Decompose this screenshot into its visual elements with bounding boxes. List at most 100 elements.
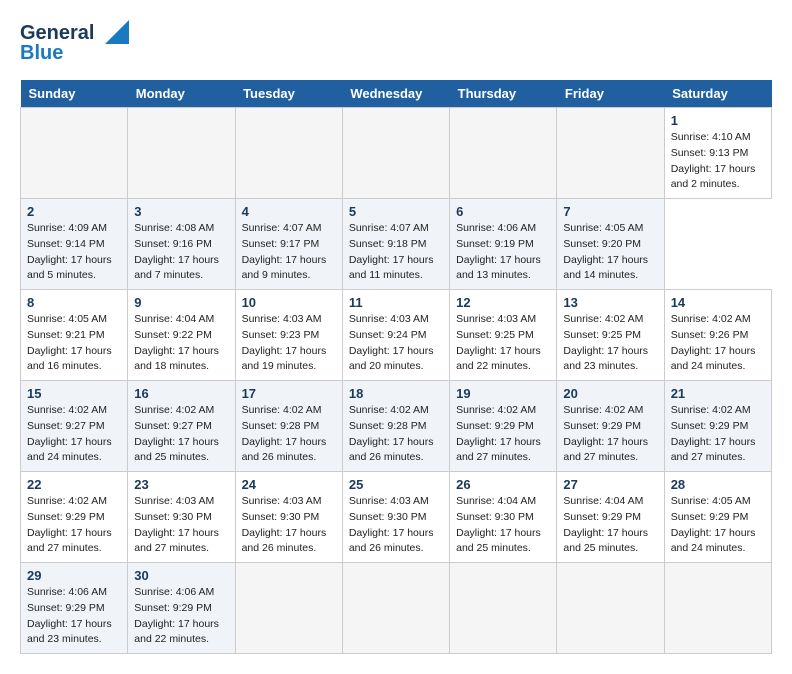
sunrise: Sunrise: 4:03 AM [349,313,429,325]
day-number: 17 [242,386,336,401]
calendar-cell [342,108,449,199]
calendar-cell: 10Sunrise: 4:03 AMSunset: 9:23 PMDayligh… [235,290,342,381]
daylight: Daylight: 17 hours and 22 minutes. [456,345,541,373]
calendar-cell: 3 Sunrise: 4:08 AMSunset: 9:16 PMDaylight… [128,199,235,290]
sunset: Sunset: 9:22 PM [134,329,212,341]
calendar-cell: 13Sunrise: 4:02 AMSunset: 9:25 PMDayligh… [557,290,664,381]
cell-info: Sunrise: 4:02 AMSunset: 9:28 PMDaylight:… [349,403,443,466]
day-number: 2 [27,204,121,219]
day-number: 19 [456,386,550,401]
sunrise: Sunrise: 4:04 AM [563,495,643,507]
daylight: Daylight: 17 hours and 2 minutes. [671,163,756,191]
week-row-2: 2Sunrise: 4:09 AMSunset: 9:14 PMDaylight… [21,199,772,290]
calendar-cell: 2Sunrise: 4:09 AMSunset: 9:14 PMDaylight… [21,199,128,290]
week-row-4: 15 Sunrise: 4:02 AMSunset: 9:27 PMDayligh… [21,381,772,472]
calendar-cell [235,108,342,199]
cell-info: Sunrise: 4:04 AM Sunset: 9:22 PM Daylight:… [134,312,228,375]
daylight: Daylight: 17 hours and 27 minutes. [563,436,648,464]
sunset: Sunset: 9:24 PM [349,329,427,341]
sunrise: Sunrise: 4:03 AM [349,495,429,507]
daylight: Daylight: 17 hours and 18 minutes. [134,345,219,373]
calendar-cell: 20 Sunrise: 4:02 AM Sunset: 9:29 PM Dayligh… [557,381,664,472]
day-number: 5 [349,204,443,219]
sunrise: Sunrise: 4:10 AM [671,131,751,143]
cell-info: Sunrise: 4:03 AMSunset: 9:23 PMDaylight:… [242,312,336,375]
logo-text: General Blue [20,20,129,64]
header-tuesday: Tuesday [235,80,342,108]
sunset: Sunset: 9:30 PM [456,511,534,523]
sunrise: Sunrise: 4:02 AM [563,313,643,325]
logo-general: General [20,22,94,44]
sunset: Sunset: 9:25 PM [563,329,641,341]
cell-info: Sunrise: 4:02 AMSunset: 9:26 PMDaylight:… [671,312,765,375]
day-number: 28 [671,477,765,492]
cell-info: Sunrise: 4:05 AMSunset: 9:29 PMDaylight:… [671,494,765,557]
daylight: Daylight: 17 hours and 13 minutes. [456,254,541,282]
header-saturday: Saturday [664,80,771,108]
week-row-6: 29Sunrise: 4:06 AMSunset: 9:29 PMDayligh… [21,563,772,654]
cell-info: Sunrise: 4:02 AMSunset: 9:29 PMDaylight:… [27,494,121,557]
calendar-cell: 18 Sunrise: 4:02 AMSunset: 9:28 PMDayligh… [342,381,449,472]
daylight: Daylight: 17 hours and 27 minutes. [27,527,112,555]
sunset: Sunset: 9:28 PM [349,420,427,432]
daylight: Daylight: 17 hours and 25 minutes. [134,436,219,464]
daylight: Daylight: 17 hours and 25 minutes. [456,527,541,555]
header-thursday: Thursday [450,80,557,108]
calendar-cell: 28 Sunrise: 4:05 AMSunset: 9:29 PMDayligh… [664,472,771,563]
cell-info: Sunrise: 4:03 AMSunset: 9:24 PMDaylight:… [349,312,443,375]
day-number: 16 [134,386,228,401]
week-row-1: 1 Sunrise: 4:10 AM Sunset: 9:13 PM Daylight… [21,108,772,199]
daylight: Daylight: 17 hours and 25 minutes. [563,527,648,555]
sunset: Sunset: 9:25 PM [456,329,534,341]
cell-info: Sunrise: 4:02 AMSunset: 9:27 PMDaylight:… [134,403,228,466]
sunset: Sunset: 9:29 PM [563,420,641,432]
sunrise: Sunrise: 4:06 AM [456,222,536,234]
day-number: 30 [134,568,228,583]
sunset: Sunset: 9:30 PM [242,511,320,523]
day-number: 20 [563,386,657,401]
calendar-cell [664,563,771,654]
calendar-cell: 21Sunrise: 4:02 AMSunset: 9:29 PMDayligh… [664,381,771,472]
calendar-cell: 5Sunrise: 4:07 AMSunset: 9:18 PMDaylight… [342,199,449,290]
daylight: Daylight: 17 hours and 19 minutes. [242,345,327,373]
sunrise: Sunrise: 4:04 AM [134,313,214,325]
calendar-cell [450,563,557,654]
logo-blue: Blue [20,42,129,64]
cell-info: Sunrise: 4:02 AMSunset: 9:25 PMDaylight:… [563,312,657,375]
day-number: 15 [27,386,121,401]
daylight: Daylight: 17 hours and 26 minutes. [349,436,434,464]
sunrise: Sunrise: 4:03 AM [242,495,322,507]
calendar-cell: 12Sunrise: 4:03 AMSunset: 9:25 PMDayligh… [450,290,557,381]
sunset: Sunset: 9:21 PM [27,329,105,341]
cell-info: Sunrise: 4:06 AMSunset: 9:19 PMDaylight:… [456,221,550,284]
day-number: 9 [134,295,228,310]
day-number: 18 [349,386,443,401]
cell-info: Sunrise: 4:08 AMSunset: 9:16 PMDaylight:… [134,221,228,284]
cell-info: Sunrise: 4:03 AMSunset: 9:30 PMDaylight:… [349,494,443,557]
sunrise: Sunrise: 4:02 AM [563,404,643,416]
cell-info: Sunrise: 4:03 AMSunset: 9:30 PMDaylight:… [242,494,336,557]
sunset: Sunset: 9:29 PM [563,511,641,523]
sunrise: Sunrise: 4:06 AM [134,586,214,598]
sunrise: Sunrise: 4:03 AM [456,313,536,325]
day-header-row: SundayMondayTuesdayWednesdayThursdayFrid… [21,80,772,108]
sunset: Sunset: 9:18 PM [349,238,427,250]
calendar-cell: 11Sunrise: 4:03 AMSunset: 9:24 PMDayligh… [342,290,449,381]
calendar-cell: 4Sunrise: 4:07 AMSunset: 9:17 PMDaylight… [235,199,342,290]
day-number: 3 [134,204,228,219]
sunrise: Sunrise: 4:04 AM [456,495,536,507]
calendar-cell: 27Sunrise: 4:04 AMSunset: 9:29 PMDayligh… [557,472,664,563]
daylight: Daylight: 17 hours and 11 minutes. [349,254,434,282]
calendar-cell: 9 Sunrise: 4:04 AM Sunset: 9:22 PM Daylight… [128,290,235,381]
sunrise: Sunrise: 4:02 AM [671,404,751,416]
sunrise: Sunrise: 4:06 AM [27,586,107,598]
sunrise: Sunrise: 4:09 AM [27,222,107,234]
calendar-cell: 8Sunrise: 4:05 AMSunset: 9:21 PMDaylight… [21,290,128,381]
cell-info: Sunrise: 4:06 AMSunset: 9:29 PMDaylight:… [134,585,228,648]
sunset: Sunset: 9:13 PM [671,147,749,159]
calendar-table: SundayMondayTuesdayWednesdayThursdayFrid… [20,80,772,654]
day-number: 1 [671,113,765,128]
sunset: Sunset: 9:26 PM [671,329,749,341]
calendar-cell: 22Sunrise: 4:02 AMSunset: 9:29 PMDayligh… [21,472,128,563]
daylight: Daylight: 17 hours and 27 minutes. [134,527,219,555]
